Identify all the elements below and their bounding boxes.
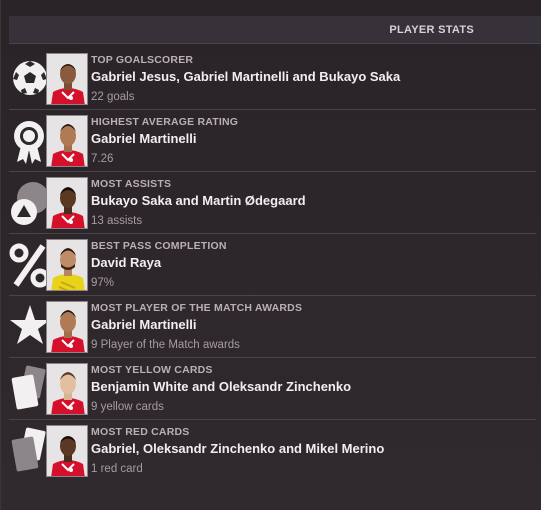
stats-list: TOP GOALSCORER Gabriel Jesus, Gabriel Ma…	[9, 48, 536, 482]
assist-ball-icon	[9, 176, 49, 230]
stat-players[interactable]: Gabriel Jesus, Gabriel Martinelli and Bu…	[91, 68, 532, 86]
stat-category: MOST ASSISTS	[91, 178, 172, 190]
stat-players[interactable]: Benjamin White and Oleksandr Zinchenko	[91, 378, 532, 396]
stat-category: BEST PASS COMPLETION	[91, 240, 227, 252]
player-photo[interactable]	[46, 363, 88, 415]
percent-icon	[9, 238, 50, 292]
player-photo[interactable]	[46, 425, 88, 477]
panel-header: PLAYER STATS	[9, 16, 541, 44]
player-photo[interactable]	[46, 53, 88, 105]
stat-row-top-goalscorer[interactable]: TOP GOALSCORER Gabriel Jesus, Gabriel Ma…	[9, 48, 536, 110]
stat-value: 13 assists	[91, 215, 143, 227]
stat-players[interactable]: Gabriel Martinelli	[91, 316, 532, 334]
stat-category: TOP GOALSCORER	[91, 54, 194, 66]
player-photo[interactable]	[46, 177, 88, 229]
stat-row-best-pass-completion[interactable]: BEST PASS COMPLETION David Raya 97%	[9, 234, 536, 296]
stat-players[interactable]: Gabriel Martinelli	[91, 130, 532, 148]
stat-row-highest-average-rating[interactable]: HIGHEST AVERAGE RATING Gabriel Martinell…	[9, 110, 536, 172]
rosette-award-icon	[9, 114, 49, 168]
star-icon	[9, 300, 50, 354]
stat-value: 97%	[91, 277, 115, 289]
player-photo[interactable]	[46, 239, 88, 291]
player-stats-panel: PLAYER STATS TOP GOALSCORER Gabriel Jesu…	[0, 0, 541, 510]
stat-value: 9 yellow cards	[91, 401, 164, 413]
football-icon	[9, 52, 49, 106]
stat-category: MOST YELLOW CARDS	[91, 364, 213, 376]
stat-category: MOST PLAYER OF THE MATCH AWARDS	[91, 302, 303, 314]
stat-players[interactable]: Gabriel, Oleksandr Zinchenko and Mikel M…	[91, 440, 532, 458]
yellow-card-icon	[9, 362, 49, 416]
stat-row-most-player-of-the-match-awards[interactable]: MOST PLAYER OF THE MATCH AWARDS Gabriel …	[9, 296, 536, 358]
stat-value: 7.26	[91, 153, 114, 165]
stat-row-most-yellow-cards[interactable]: MOST YELLOW CARDS Benjamin White and Ole…	[9, 358, 536, 420]
stat-value: 22 goals	[91, 91, 135, 103]
stat-category: HIGHEST AVERAGE RATING	[91, 116, 239, 128]
red-card-icon	[9, 424, 49, 478]
stat-row-most-red-cards[interactable]: MOST RED CARDS Gabriel, Oleksandr Zinche…	[9, 420, 536, 482]
stat-category: MOST RED CARDS	[91, 426, 190, 438]
player-photo[interactable]	[46, 301, 88, 353]
stat-value: 9 Player of the Match awards	[91, 339, 240, 351]
panel-title: PLAYER STATS	[389, 24, 474, 36]
stat-players[interactable]: Bukayo Saka and Martin Ødegaard	[91, 192, 532, 210]
stat-players[interactable]: David Raya	[91, 254, 532, 272]
player-photo[interactable]	[46, 115, 88, 167]
stat-value: 1 red card	[91, 463, 143, 475]
stat-row-most-assists[interactable]: MOST ASSISTS Bukayo Saka and Martin Ødeg…	[9, 172, 536, 234]
